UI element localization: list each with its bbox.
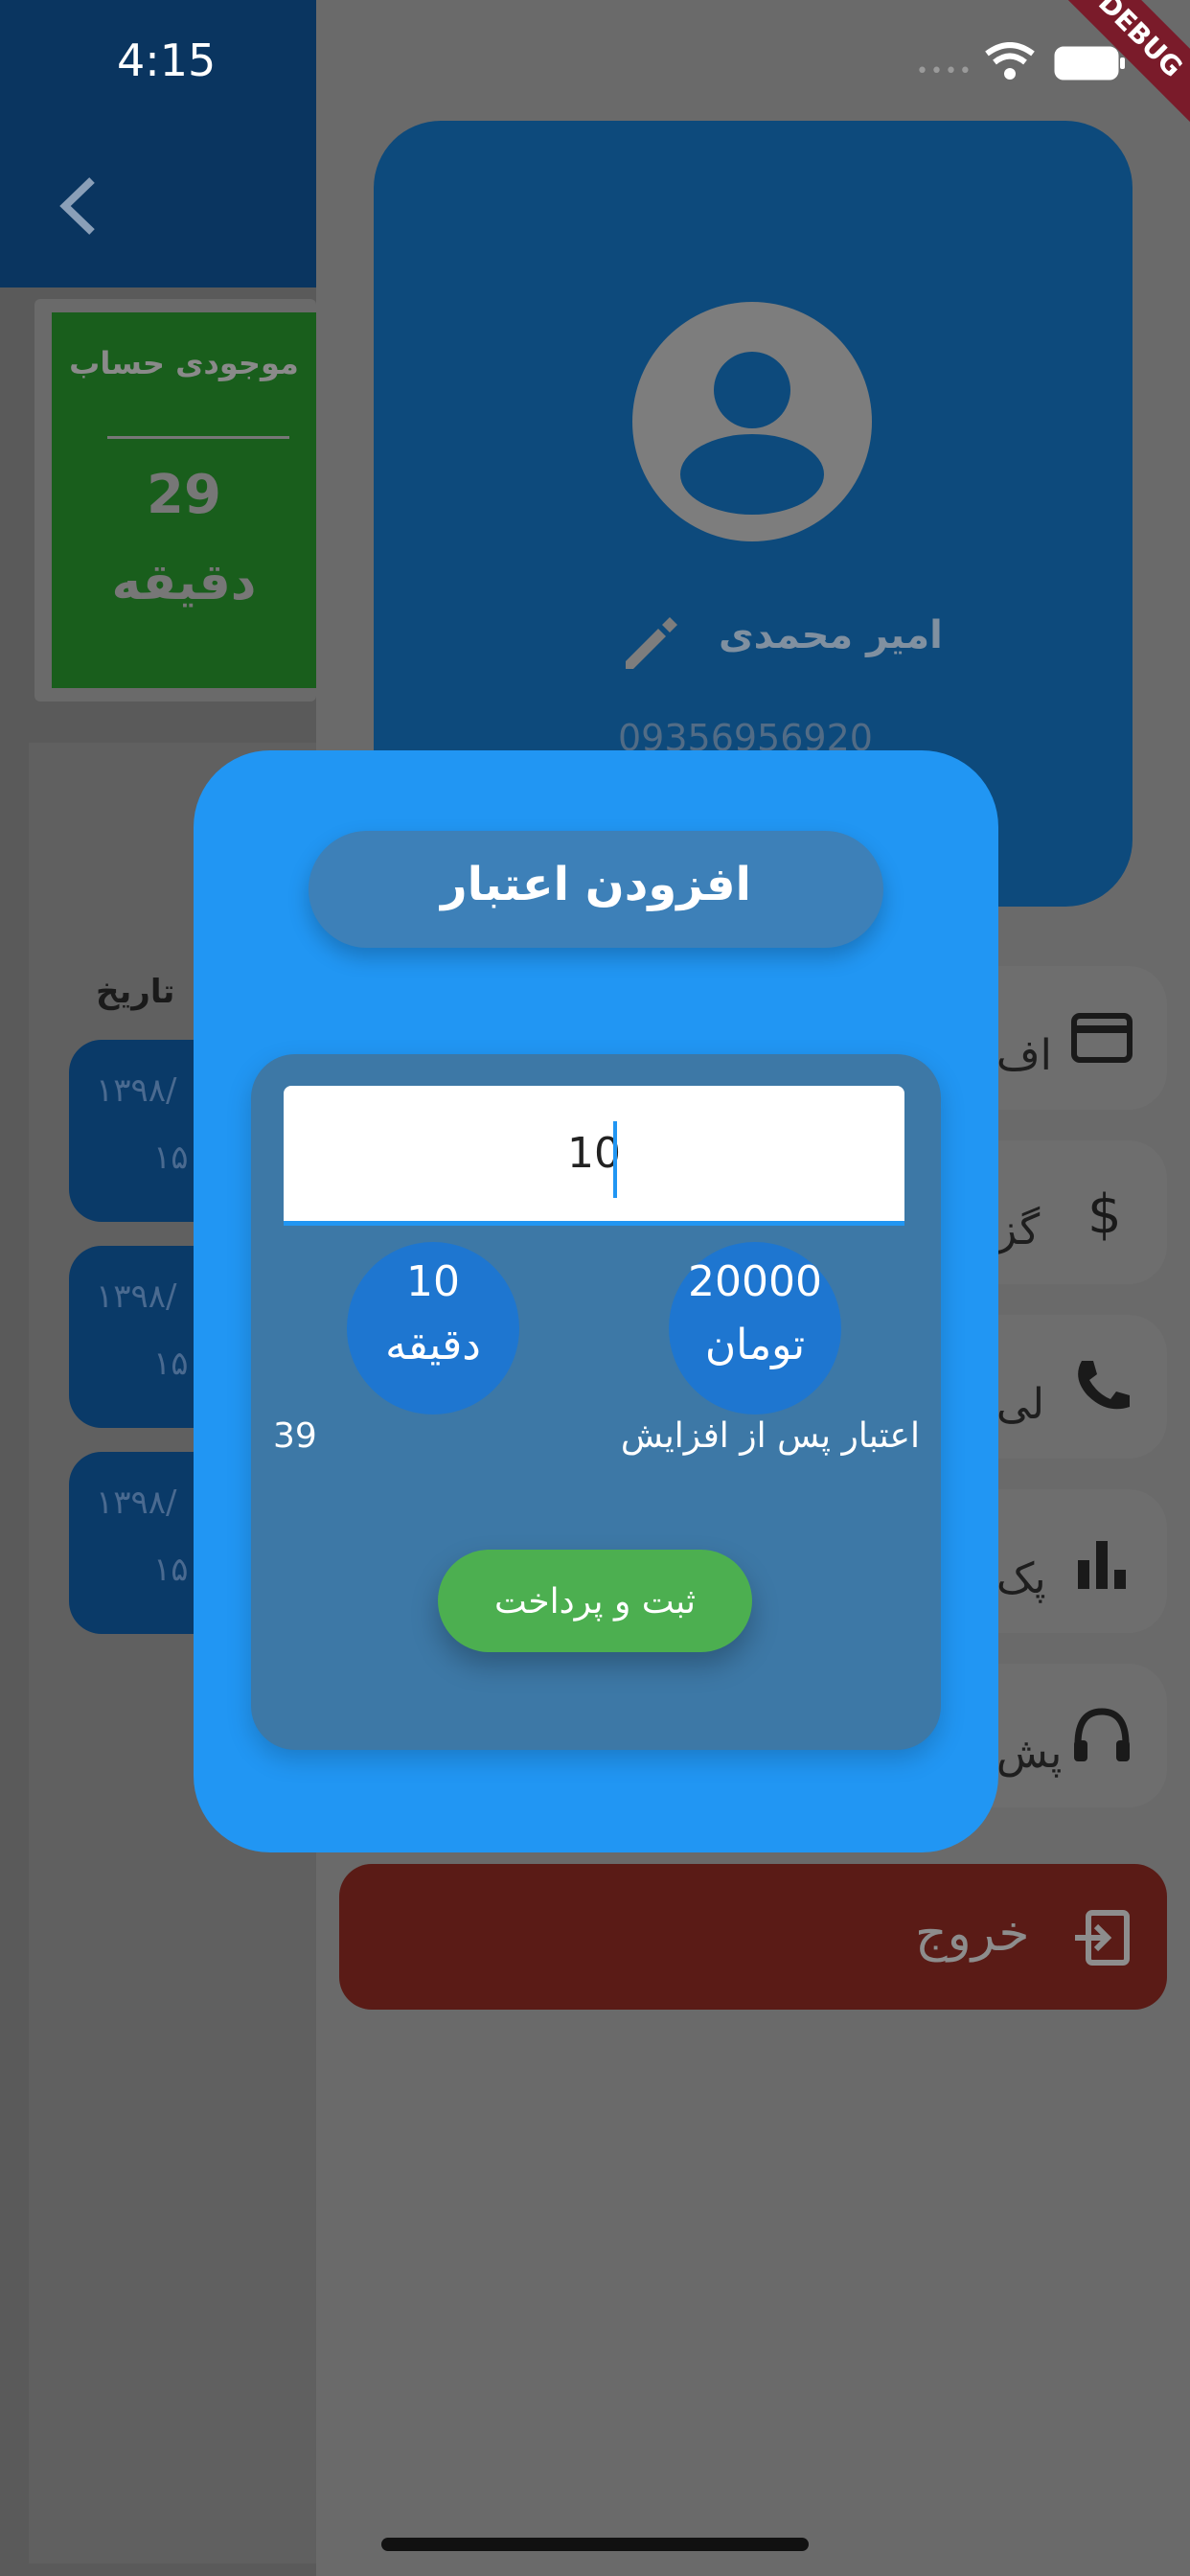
home-indicator[interactable]	[381, 2538, 809, 2551]
balance-divider	[107, 436, 289, 439]
profile-name: امیر محمدی	[719, 613, 943, 657]
menu-label: اف	[996, 1031, 1052, 1080]
phone-icon	[1068, 1353, 1135, 1420]
wifi-icon	[985, 42, 1035, 80]
history-time: ۱۵	[153, 1345, 189, 1383]
signal-icon: ••••	[916, 59, 973, 83]
logout-label: خروج	[915, 1905, 1030, 1963]
logout-icon	[1071, 1907, 1133, 1968]
status-time: 4:15	[117, 34, 217, 86]
minutes-value: 10	[406, 1257, 460, 1306]
headset-icon	[1068, 1702, 1135, 1769]
submit-payment-button[interactable]: ثبت و پرداخت	[438, 1550, 752, 1652]
account-circle-icon	[632, 302, 872, 541]
history-time: ۱۵	[153, 1551, 189, 1589]
amount-input[interactable]	[284, 1086, 904, 1226]
battery-icon	[1054, 46, 1127, 80]
menu-label: پش	[996, 1729, 1063, 1778]
bar-chart-icon	[1068, 1528, 1135, 1595]
logout-button[interactable]	[339, 1864, 1167, 2010]
dialog-title: افزودن اعتبار	[441, 858, 751, 911]
balance-title: موجودی حساب	[69, 345, 299, 381]
text-caret	[613, 1121, 617, 1198]
history-header: تاریخ	[96, 973, 175, 1011]
chevron-left-icon[interactable]	[56, 172, 103, 240]
pencil-icon[interactable]	[618, 613, 679, 675]
history-date: ۱۳۹۸/	[96, 1071, 177, 1110]
history-date: ۱۳۹۸/	[96, 1277, 177, 1316]
menu-label: لی	[996, 1380, 1045, 1429]
credit-after-value: 39	[273, 1416, 317, 1456]
history-time: ۱۵	[153, 1138, 189, 1177]
credit-card-icon	[1068, 1004, 1135, 1071]
balance-unit: دقیقه	[111, 554, 257, 611]
svg-text:$: $	[1087, 1184, 1122, 1246]
dollar-icon: $	[1068, 1179, 1135, 1246]
balance-value: 29	[147, 464, 221, 526]
minutes-unit: دقیقه	[385, 1321, 481, 1369]
price-unit: تومان	[704, 1321, 806, 1369]
menu-label: گز	[996, 1206, 1041, 1254]
menu-label: پک	[996, 1554, 1046, 1603]
credit-after-label: اعتبار پس از افزایش	[620, 1416, 920, 1456]
history-date: ۱۳۹۸/	[96, 1484, 177, 1522]
price-value: 20000	[688, 1257, 822, 1306]
